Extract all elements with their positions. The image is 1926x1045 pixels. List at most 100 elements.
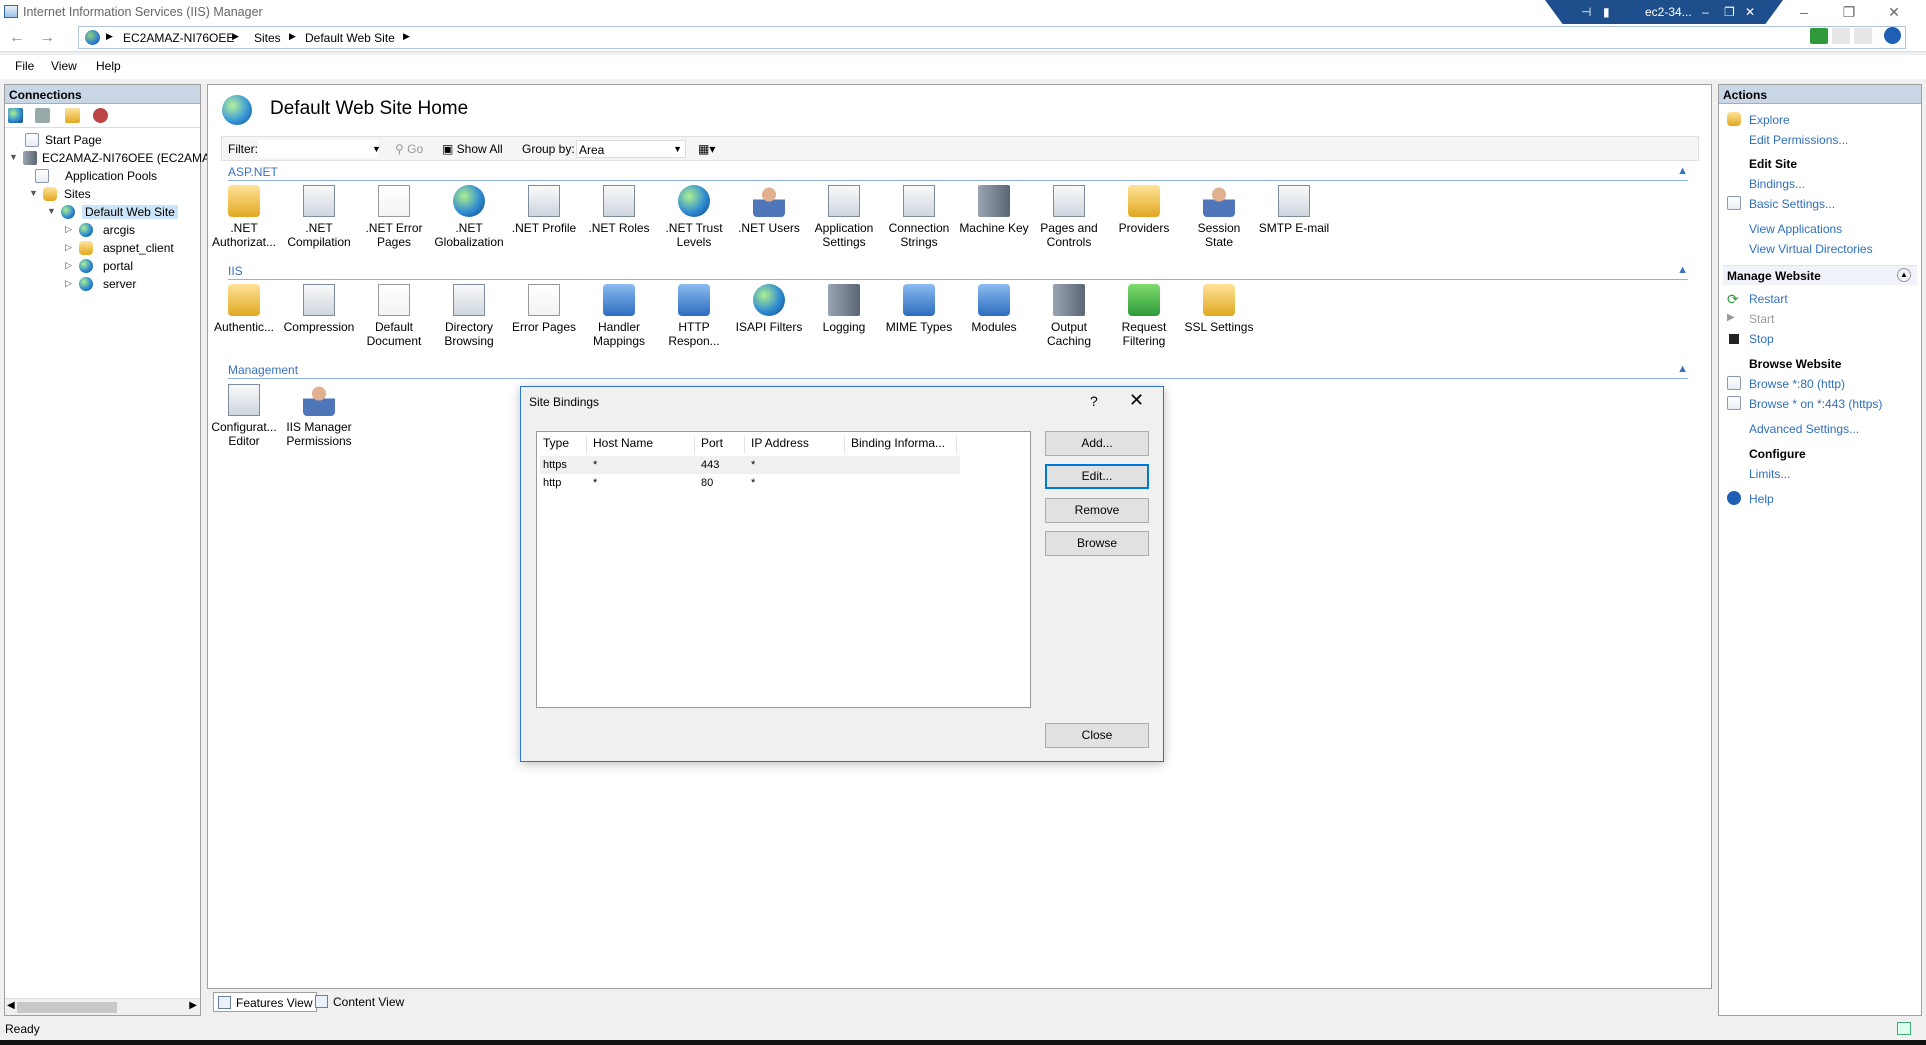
feature-compression[interactable]: Compression bbox=[283, 284, 355, 334]
close-button[interactable]: ✕ bbox=[1874, 2, 1914, 22]
feature-configurat-editor[interactable]: Configurat... Editor bbox=[208, 384, 280, 448]
action-help[interactable]: Help bbox=[1749, 492, 1774, 506]
action-edit-permissions[interactable]: Edit Permissions... bbox=[1749, 133, 1848, 147]
column-type[interactable]: Type bbox=[537, 436, 587, 454]
section-aspnet[interactable]: ASP.NET ▲ bbox=[228, 165, 1688, 181]
column-ip-address[interactable]: IP Address bbox=[745, 436, 845, 454]
connect-icon[interactable] bbox=[8, 108, 23, 123]
feature-modules[interactable]: Modules bbox=[958, 284, 1030, 334]
expand-icon[interactable]: ▷ bbox=[65, 242, 72, 253]
collapse-section-icon[interactable]: ▲ bbox=[1677, 165, 1688, 177]
delete-connection-icon[interactable] bbox=[93, 108, 108, 123]
feature-net-roles[interactable]: .NET Roles bbox=[583, 185, 655, 235]
collapse-section-icon[interactable]: ▲ bbox=[1677, 363, 1688, 375]
feature-net-profile[interactable]: .NET Profile bbox=[508, 185, 580, 235]
feature-default-document[interactable]: Default Document bbox=[358, 284, 430, 348]
feature-pages-and-controls[interactable]: Pages and Controls bbox=[1033, 185, 1105, 249]
up-folder-icon[interactable] bbox=[65, 108, 80, 123]
show-all-button[interactable]: ▣ Show All bbox=[442, 142, 503, 156]
feature-directory-browsing[interactable]: Directory Browsing bbox=[433, 284, 505, 348]
crumb-sites[interactable]: Sites bbox=[254, 31, 281, 45]
feature-connection-strings[interactable]: Connection Strings bbox=[883, 185, 955, 249]
feature-http-respon[interactable]: HTTP Respon... bbox=[658, 284, 730, 348]
scroll-right-icon[interactable]: ▶ bbox=[189, 1000, 197, 1011]
feature-error-pages[interactable]: Error Pages bbox=[508, 284, 580, 334]
edit-binding-button[interactable]: Edit... bbox=[1045, 464, 1149, 489]
back-arrow-icon[interactable]: ← bbox=[6, 28, 28, 48]
close-dialog-button[interactable]: Close bbox=[1045, 723, 1149, 748]
feature-mime-types[interactable]: MIME Types bbox=[883, 284, 955, 334]
menu-view[interactable]: View bbox=[51, 59, 77, 73]
pin-icon[interactable]: ⊣ bbox=[1581, 5, 1591, 19]
breadcrumb[interactable]: ▶ EC2AMAZ-NI76OEE ▶ Sites ▶ Default Web … bbox=[78, 26, 1906, 49]
action-browse-443[interactable]: Browse * on *:443 (https) bbox=[1749, 397, 1882, 411]
scroll-thumb[interactable] bbox=[17, 1002, 117, 1013]
group-by-select[interactable]: Area ▼ bbox=[576, 140, 686, 158]
expand-icon[interactable]: ▷ bbox=[65, 260, 72, 271]
collapse-section-icon[interactable]: ▲ bbox=[1897, 268, 1911, 282]
feature-ssl-settings[interactable]: SSL Settings bbox=[1183, 284, 1255, 334]
feature-net-users[interactable]: .NET Users bbox=[733, 185, 805, 235]
action-advanced-settings[interactable]: Advanced Settings... bbox=[1749, 422, 1859, 436]
action-stop[interactable]: Stop bbox=[1749, 332, 1774, 346]
action-limits[interactable]: Limits... bbox=[1749, 467, 1790, 481]
home-icon[interactable] bbox=[1854, 28, 1872, 44]
action-browse-80[interactable]: Browse *:80 (http) bbox=[1749, 377, 1845, 391]
collapse-section-icon[interactable]: ▲ bbox=[1677, 264, 1688, 276]
action-view-virtual-directories[interactable]: View Virtual Directories bbox=[1749, 242, 1873, 256]
crumb-server[interactable]: EC2AMAZ-NI76OEE bbox=[123, 31, 234, 45]
stop-icon[interactable] bbox=[1832, 28, 1850, 44]
collapse-icon[interactable]: ▼ bbox=[29, 188, 38, 198]
feature-providers[interactable]: Providers bbox=[1108, 185, 1180, 235]
view-mode-icon[interactable]: ▦▾ bbox=[698, 142, 715, 156]
tab-features-view[interactable]: Features View bbox=[213, 992, 318, 1012]
feature-session-state[interactable]: Session State bbox=[1183, 185, 1255, 249]
feature-output-caching[interactable]: Output Caching bbox=[1033, 284, 1105, 348]
feature-logging[interactable]: Logging bbox=[808, 284, 880, 334]
refresh-icon[interactable] bbox=[1810, 28, 1828, 44]
add-binding-button[interactable]: Add... bbox=[1045, 431, 1149, 456]
chevron-right-icon[interactable]: ▶ bbox=[403, 31, 410, 42]
manage-website-section[interactable]: Manage Website ▲ bbox=[1723, 265, 1917, 285]
feature-isapi-filters[interactable]: ISAPI Filters bbox=[733, 284, 805, 334]
dialog-help-button[interactable]: ? bbox=[1090, 393, 1098, 409]
feature-smtp-e-mail[interactable]: SMTP E-mail bbox=[1258, 185, 1330, 235]
crumb-default-web-site[interactable]: Default Web Site bbox=[305, 31, 395, 45]
feature-net-trust-levels[interactable]: .NET Trust Levels bbox=[658, 185, 730, 249]
menu-help[interactable]: Help bbox=[96, 59, 121, 73]
section-management[interactable]: Management ▲ bbox=[228, 363, 1688, 379]
action-bindings[interactable]: Bindings... bbox=[1749, 177, 1805, 191]
filter-dropdown-icon[interactable]: ▼ bbox=[372, 144, 381, 154]
column-binding-information[interactable]: Binding Informa... bbox=[845, 436, 957, 454]
help-icon[interactable] bbox=[1884, 27, 1901, 44]
feature-request-filtering[interactable]: Request Filtering bbox=[1108, 284, 1180, 348]
feature-handler-mappings[interactable]: Handler Mappings bbox=[583, 284, 655, 348]
dialog-close-icon[interactable]: ✕ bbox=[1129, 390, 1144, 411]
column-port[interactable]: Port bbox=[695, 436, 745, 454]
rdp-minimize-icon[interactable]: – bbox=[1702, 5, 1709, 19]
section-iis[interactable]: IIS ▲ bbox=[228, 264, 1688, 280]
restore-button[interactable]: ❐ bbox=[1829, 2, 1869, 22]
chevron-right-icon[interactable]: ▶ bbox=[232, 31, 239, 42]
binding-row[interactable]: http * 80 * bbox=[540, 474, 960, 492]
bindings-list[interactable]: Type Host Name Port IP Address Binding I… bbox=[536, 431, 1031, 708]
action-basic-settings[interactable]: Basic Settings... bbox=[1749, 197, 1835, 211]
chevron-right-icon[interactable]: ▶ bbox=[289, 31, 296, 42]
scroll-left-icon[interactable]: ◀ bbox=[7, 1000, 15, 1011]
save-icon[interactable] bbox=[35, 108, 50, 123]
action-view-applications[interactable]: View Applications bbox=[1749, 222, 1842, 236]
action-explore[interactable]: Explore bbox=[1749, 113, 1790, 127]
feature-net-compilation[interactable]: .NET Compilation bbox=[283, 185, 355, 249]
feature-net-globalization[interactable]: .NET Globalization bbox=[433, 185, 505, 249]
feature-machine-key[interactable]: Machine Key bbox=[958, 185, 1030, 235]
forward-arrow-icon[interactable]: → bbox=[36, 28, 58, 48]
collapse-icon[interactable]: ▼ bbox=[47, 206, 56, 216]
expand-icon[interactable]: ▷ bbox=[65, 278, 72, 289]
menu-file[interactable]: File bbox=[15, 59, 34, 73]
rdp-restore-icon[interactable]: ❐ bbox=[1724, 5, 1735, 19]
chevron-right-icon[interactable]: ▶ bbox=[106, 31, 113, 42]
remote-desktop-bar[interactable]: ⊣ ▮ ec2-34... – ❐ ✕ bbox=[1545, 0, 1783, 26]
feature-application-settings[interactable]: Application Settings bbox=[808, 185, 880, 249]
feature-authentic[interactable]: Authentic... bbox=[208, 284, 280, 334]
column-host-name[interactable]: Host Name bbox=[587, 436, 695, 454]
